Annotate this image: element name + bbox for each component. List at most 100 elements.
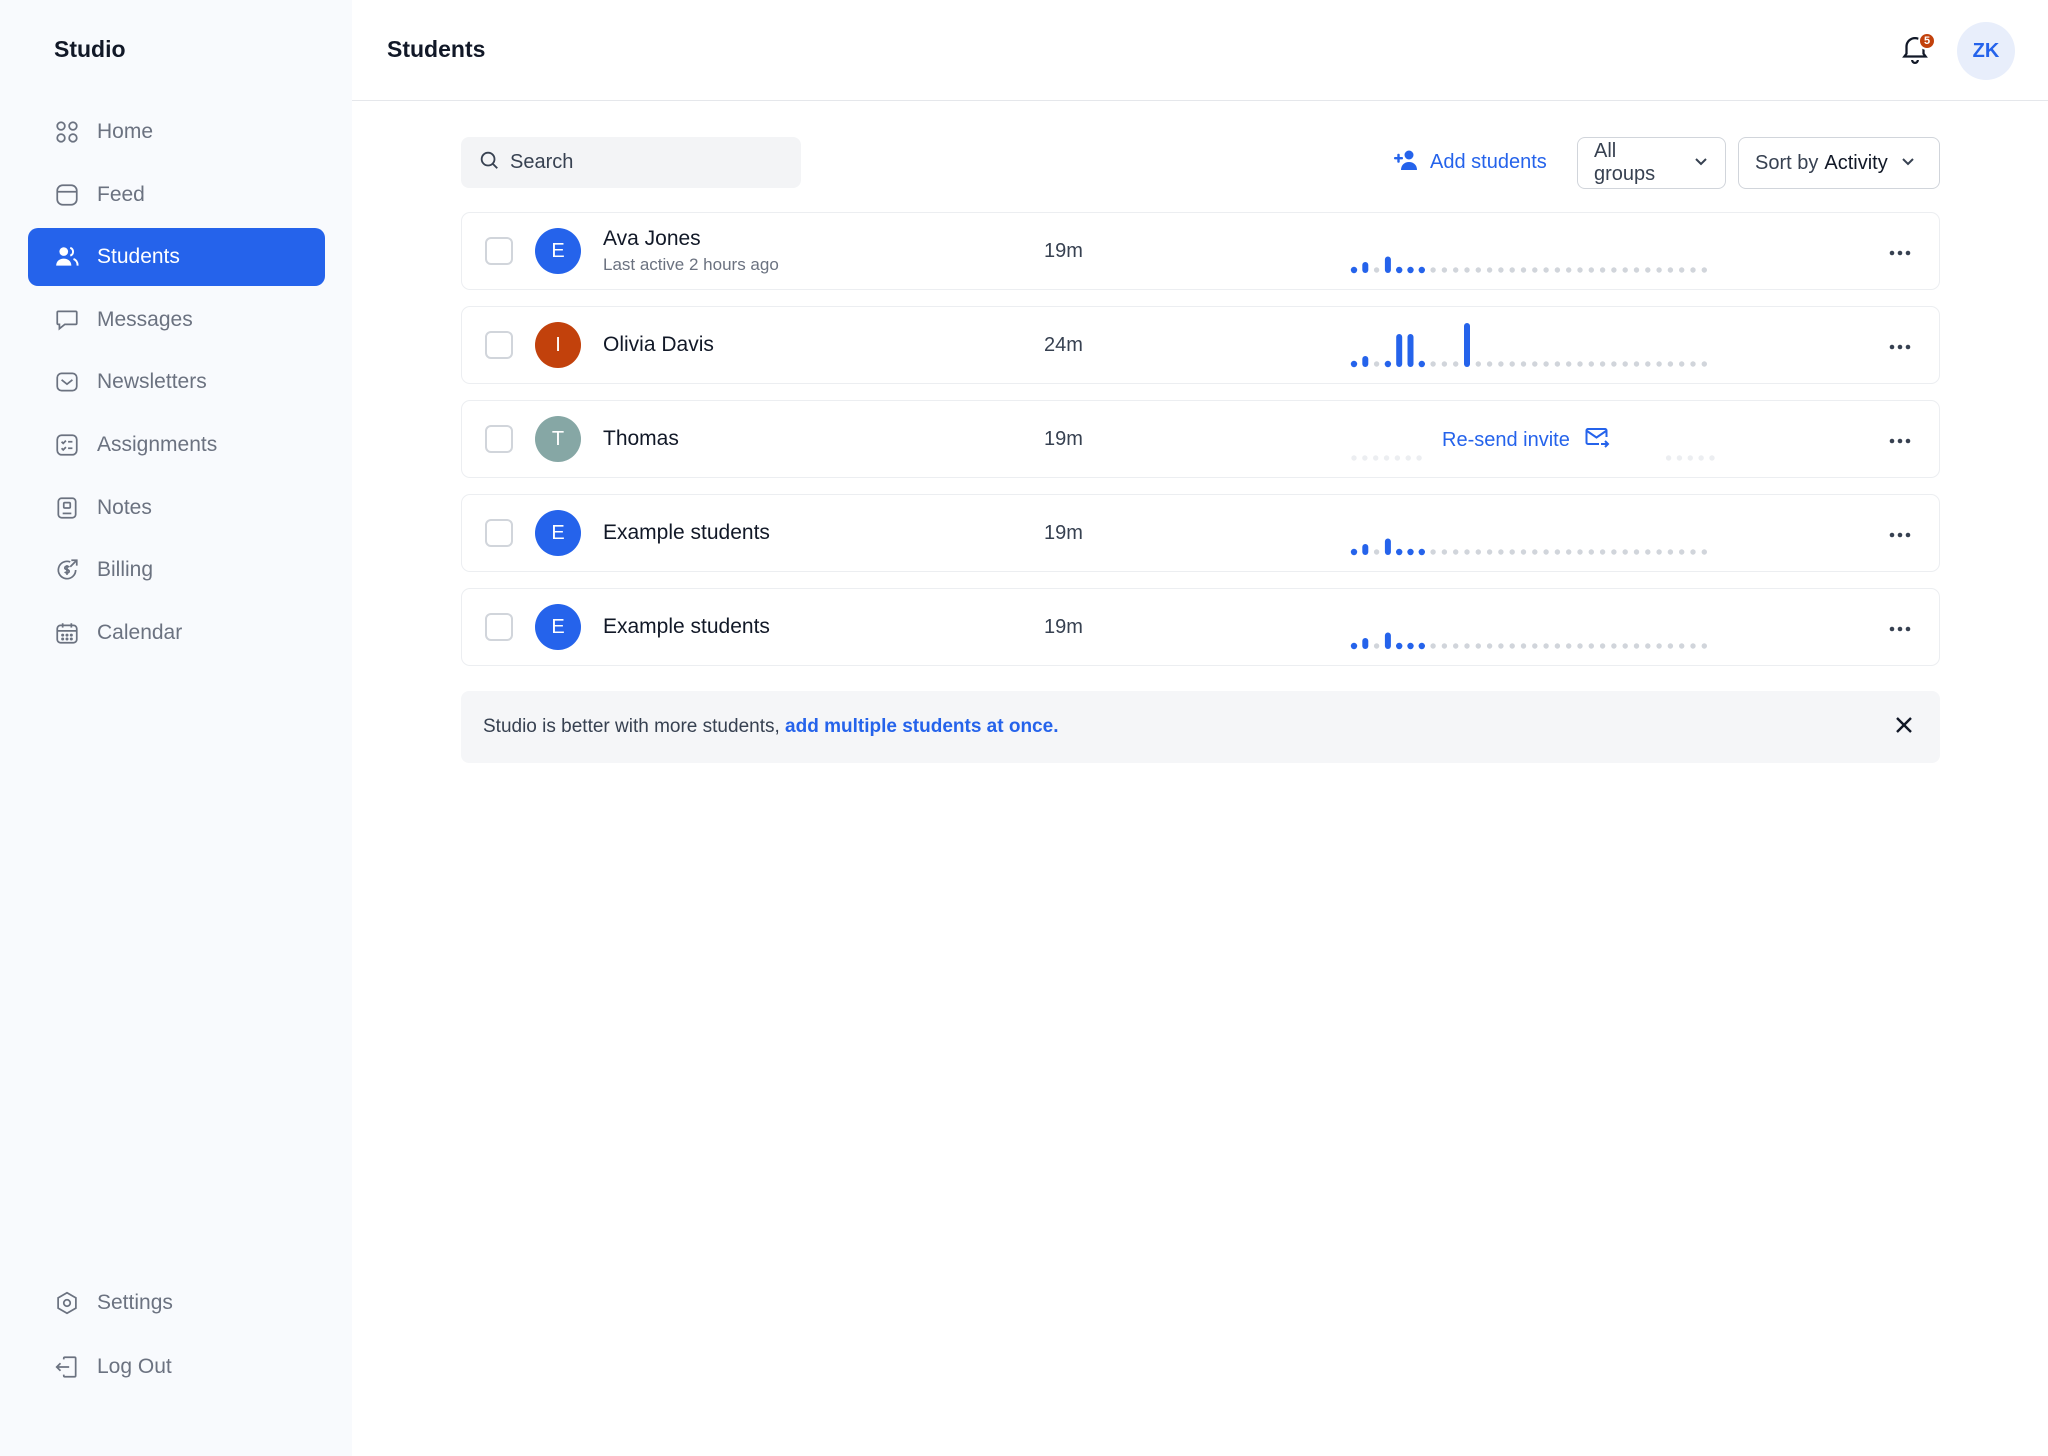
student-name: Example students [603,521,770,544]
activity-dot [1656,549,1662,555]
activity-sparkline [1350,538,1707,556]
activity-bar [1362,356,1369,367]
activity-dot [1509,361,1515,367]
row-more-button[interactable] [1883,423,1917,457]
activity-dot [1667,549,1674,555]
activity-point [1418,642,1425,650]
activity-dot [1622,643,1628,649]
sidebar-item-home[interactable]: Home [28,103,325,161]
search-icon [478,149,510,176]
sidebar-item-billing[interactable]: Billing [28,541,325,599]
sidebar-item-label: Assignments [97,432,218,456]
activity-bar [1362,638,1369,649]
chevron-down-icon [1888,152,1916,175]
notifications-button[interactable]: 5 [1898,30,1938,70]
sidebar-item-notes[interactable]: Notes [28,479,325,537]
activity-dot [1667,267,1674,273]
activity-dot [1656,643,1662,649]
activity-dot [1645,549,1651,555]
student-row[interactable]: E Example students 19m [461,494,1940,572]
activity-dot [1679,267,1685,273]
student-row[interactable]: E Ava Jones Last active 2 hours ago 19m [461,212,1940,290]
activity-point [1396,548,1403,556]
row-more-button[interactable] [1883,611,1917,645]
add-students-button[interactable]: Add students [1394,137,1547,188]
activity-dot [1464,549,1470,555]
sort-prefix: Sort by [1755,151,1819,174]
search-box[interactable] [461,137,801,188]
feed-icon [53,181,81,209]
activity-dot [1599,267,1606,273]
row-more-button[interactable] [1883,329,1917,363]
student-time: 19m [1044,428,1083,450]
activity-dot [1599,549,1606,555]
activity-dot [1577,361,1583,367]
activity-dot [1599,361,1606,367]
activity-dot [1430,361,1436,367]
row-checkbox[interactable] [485,237,513,265]
activity-sparkline [1350,256,1707,274]
activity-dot [1543,643,1549,649]
notebook-icon [53,494,81,522]
row-checkbox[interactable] [485,425,513,453]
activity-point [1407,548,1414,556]
activity-dot [1633,361,1640,367]
activity-dot [1645,267,1651,273]
notification-badge: 5 [1918,32,1936,50]
activity-dot [1611,643,1617,649]
student-row[interactable]: E Example students 19m [461,588,1940,666]
activity-dot [1633,549,1640,555]
sidebar-item-newsletters[interactable]: Newsletters [28,353,325,411]
invite-dot [1362,455,1368,461]
sidebar-item-calendar[interactable]: Calendar [28,604,325,662]
student-row[interactable]: I Olivia Davis 24m [461,306,1940,384]
activity-dot [1498,267,1504,273]
billing-icon [53,556,81,584]
banner-text: Studio is better with more students, [483,716,786,737]
sidebar-item-messages[interactable]: Messages [28,291,325,349]
row-checkbox[interactable] [485,613,513,641]
row-more-button[interactable] [1883,235,1917,269]
activity-dot [1577,549,1583,555]
activity-dot [1509,549,1515,555]
groups-filter-dropdown[interactable]: All groups [1577,137,1726,189]
sidebar-item-students[interactable]: Students [28,228,325,287]
activity-dot [1453,643,1459,649]
activity-bar [1407,334,1414,367]
activity-sparkline [1350,632,1707,650]
row-more-button[interactable] [1883,517,1917,551]
sidebar-item-settings[interactable]: Settings [28,1274,325,1332]
activity-dot [1520,643,1527,649]
search-input[interactable] [510,151,770,174]
student-name: Example students [603,615,770,638]
resend-invite-button[interactable]: Re-send invite [1442,425,1610,455]
invite-dot [1394,455,1401,461]
activity-dot [1498,361,1504,367]
sort-dropdown[interactable]: Sort by Activity [1738,137,1940,189]
activity-dot [1430,643,1436,649]
activity-point [1350,360,1358,368]
row-checkbox[interactable] [485,331,513,359]
activity-dot [1486,643,1493,649]
sidebar-item-feed[interactable]: Feed [28,166,325,224]
sidebar-item-assignments[interactable]: Assignments [28,416,325,474]
activity-dot [1520,549,1527,555]
student-time: 19m [1044,522,1083,544]
activity-dot [1453,361,1459,367]
student-avatar: T [535,416,581,462]
student-row[interactable]: T Thomas 19m Re-send invite [461,400,1940,478]
student-time: 19m [1044,616,1083,638]
student-name: Olivia Davis [603,333,714,356]
activity-dot [1543,267,1549,273]
activity-dot [1486,549,1493,555]
row-checkbox[interactable] [485,519,513,547]
user-avatar[interactable]: ZK [1957,22,2015,80]
activity-dot [1611,361,1617,367]
sidebar-item-logout[interactable]: Log Out [28,1338,325,1396]
activity-bar [1362,544,1369,555]
groups-filter-value: All groups [1594,140,1656,185]
add-multiple-students-link[interactable]: add multiple students at once. [785,716,1058,737]
activity-sparkline [1350,323,1707,368]
activity-dot [1690,643,1696,649]
banner-close-button[interactable] [1890,713,1918,741]
